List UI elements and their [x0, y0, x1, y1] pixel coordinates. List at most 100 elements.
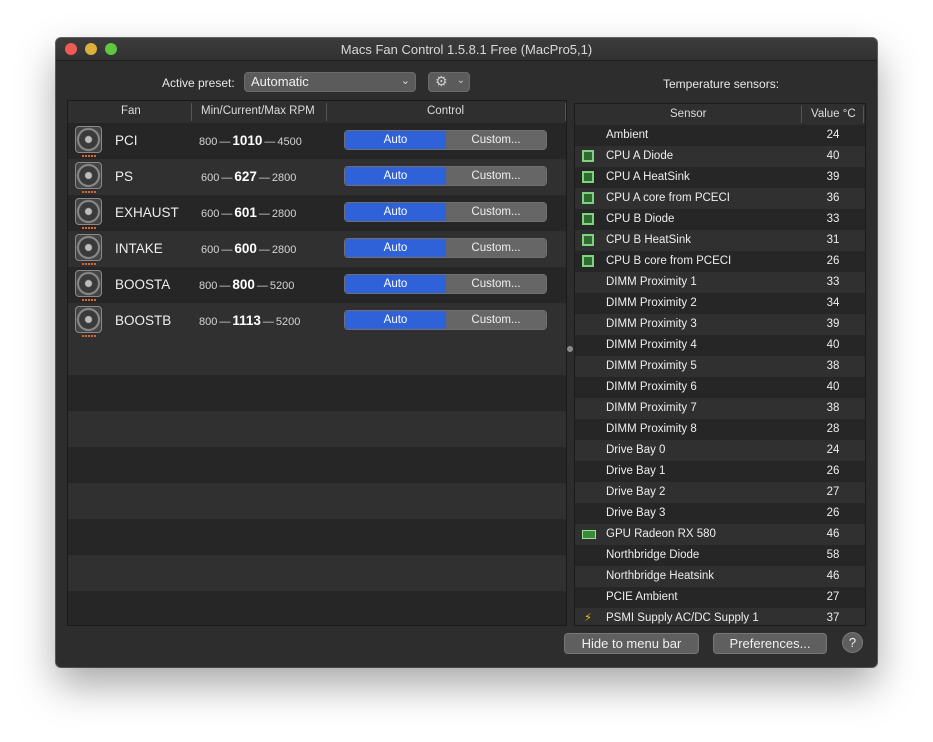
fan-custom-button[interactable]: Custom...: [446, 275, 546, 293]
fan-control-segmented: Auto Custom...: [344, 130, 547, 150]
preset-value: Automatic: [251, 74, 309, 89]
control-column-header[interactable]: Control: [427, 105, 464, 117]
fan-max-rpm: 5200: [275, 316, 301, 328]
sensor-row[interactable]: GPU Radeon RX 580 46: [575, 524, 865, 545]
settings-menu-button[interactable]: ⚙ ⌄: [428, 72, 470, 92]
sensor-value: 28: [826, 423, 840, 435]
sensor-name: DIMM Proximity 8: [606, 423, 697, 435]
sensor-value: 27: [826, 486, 840, 498]
sensor-row[interactable]: CPU B HeatSink 31: [575, 230, 865, 251]
sensor-row[interactable]: DIMM Proximity 8 28: [575, 419, 865, 440]
cpu-chip-icon: [582, 234, 594, 246]
fan-min-rpm: 600: [201, 244, 220, 256]
sensor-row[interactable]: DIMM Proximity 1 33: [575, 272, 865, 293]
fan-custom-button[interactable]: Custom...: [446, 203, 546, 221]
fan-icon: [75, 198, 102, 229]
sensor-name: CPU B Diode: [606, 213, 675, 225]
sensor-row[interactable]: ⚡ PSMI Supply AC/DC Supply 1 37: [575, 608, 865, 625]
fan-max-rpm: 2800: [271, 208, 297, 220]
sensor-value: 46: [826, 570, 840, 582]
sensor-table: Sensor Value °C Ambient 24 CPU A Diode 40 CP…: [574, 103, 866, 626]
fan-custom-button[interactable]: Custom...: [446, 167, 546, 185]
fan-control-segmented: Auto Custom...: [344, 202, 547, 222]
fan-auto-button[interactable]: Auto: [345, 275, 446, 293]
fan-column-header[interactable]: Fan: [121, 105, 141, 117]
empty-table-row: [68, 447, 566, 483]
gear-icon: ⚙: [435, 73, 448, 89]
sensor-value: 37: [826, 612, 840, 624]
sensor-name: Drive Bay 3: [606, 507, 666, 519]
fan-auto-button[interactable]: Auto: [345, 203, 446, 221]
sensor-name: PSMI Supply AC/DC Supply 1: [606, 612, 759, 624]
sensor-row[interactable]: CPU A core from PCECI 36: [575, 188, 865, 209]
fan-rpm: 800—1113—5200: [199, 313, 300, 328]
value-column-header[interactable]: Value °C: [811, 108, 856, 120]
help-button[interactable]: ?: [842, 632, 863, 653]
rpm-separator: —: [221, 172, 233, 184]
preferences-button[interactable]: Preferences...: [713, 633, 827, 654]
cpu-chip-icon: [582, 213, 594, 225]
fan-name: PS: [115, 169, 134, 184]
sensor-row[interactable]: DIMM Proximity 4 40: [575, 335, 865, 356]
sensor-name: DIMM Proximity 6: [606, 381, 697, 393]
fan-auto-button[interactable]: Auto: [345, 167, 446, 185]
fan-icon: [75, 162, 102, 193]
active-preset-label: Active preset:: [162, 76, 235, 90]
sensor-row[interactable]: CPU B Diode 33: [575, 209, 865, 230]
fan-max-rpm: 2800: [271, 172, 297, 184]
preset-select[interactable]: Automatic ⌄: [244, 72, 416, 92]
sensor-row[interactable]: DIMM Proximity 3 39: [575, 314, 865, 335]
sensor-name: GPU Radeon RX 580: [606, 528, 716, 540]
fan-current-rpm: 800: [232, 277, 255, 292]
sensor-row[interactable]: DIMM Proximity 6 40: [575, 377, 865, 398]
split-view-handle[interactable]: [567, 346, 573, 352]
fan-current-rpm: 1113: [232, 313, 261, 328]
fan-current-rpm: 627: [234, 169, 257, 184]
fan-row: INTAKE 600—600—2800 Auto Custom...: [68, 231, 566, 267]
fan-icon: [75, 270, 102, 301]
rpm-separator: —: [219, 316, 231, 328]
fan-rpm: 600—627—2800: [201, 169, 296, 184]
sensor-row[interactable]: Drive Bay 3 26: [575, 503, 865, 524]
sensor-row[interactable]: Ambient 24: [575, 125, 865, 146]
fan-control-segmented: Auto Custom...: [344, 166, 547, 186]
fan-auto-button[interactable]: Auto: [345, 311, 446, 329]
empty-table-row: [68, 411, 566, 447]
fan-row: BOOSTB 800—1113—5200 Auto Custom...: [68, 303, 566, 339]
cpu-chip-icon: [582, 255, 594, 267]
fan-min-rpm: 800: [199, 280, 218, 292]
fan-auto-button[interactable]: Auto: [345, 239, 446, 257]
sensor-row[interactable]: Drive Bay 1 26: [575, 461, 865, 482]
sensor-row[interactable]: Drive Bay 2 27: [575, 482, 865, 503]
hide-to-menu-bar-button[interactable]: Hide to menu bar: [564, 633, 699, 654]
sensor-row[interactable]: DIMM Proximity 5 38: [575, 356, 865, 377]
fan-control-segmented: Auto Custom...: [344, 310, 547, 330]
sensor-name: Drive Bay 2: [606, 486, 666, 498]
rpm-column-header[interactable]: Min/Current/Max RPM: [201, 105, 315, 117]
sensor-row[interactable]: CPU A Diode 40: [575, 146, 865, 167]
fan-control-segmented: Auto Custom...: [344, 274, 547, 294]
sensor-row[interactable]: DIMM Proximity 2 34: [575, 293, 865, 314]
sensor-row[interactable]: CPU A HeatSink 39: [575, 167, 865, 188]
sensor-row[interactable]: Drive Bay 0 24: [575, 440, 865, 461]
sensor-column-header[interactable]: Sensor: [670, 108, 706, 120]
fan-max-rpm: 5200: [269, 280, 295, 292]
sensor-value: 40: [826, 381, 840, 393]
sensor-row[interactable]: CPU B core from PCECI 26: [575, 251, 865, 272]
fan-row: EXHAUST 600—601—2800 Auto Custom...: [68, 195, 566, 231]
sensor-name: Drive Bay 1: [606, 465, 666, 477]
fan-control-segmented: Auto Custom...: [344, 238, 547, 258]
fan-name: INTAKE: [115, 241, 163, 256]
sensor-value: 26: [826, 255, 840, 267]
fan-row: PS 600—627—2800 Auto Custom...: [68, 159, 566, 195]
sensor-row[interactable]: Northbridge Heatsink 46: [575, 566, 865, 587]
fan-auto-button[interactable]: Auto: [345, 131, 446, 149]
sensor-name: PCIE Ambient: [606, 591, 678, 603]
fan-custom-button[interactable]: Custom...: [446, 131, 546, 149]
sensor-row[interactable]: DIMM Proximity 7 38: [575, 398, 865, 419]
fan-custom-button[interactable]: Custom...: [446, 239, 546, 257]
sensor-row[interactable]: PCIE Ambient 27: [575, 587, 865, 608]
fan-custom-button[interactable]: Custom...: [446, 311, 546, 329]
sensor-row[interactable]: Northbridge Diode 58: [575, 545, 865, 566]
sensor-value: 26: [826, 465, 840, 477]
